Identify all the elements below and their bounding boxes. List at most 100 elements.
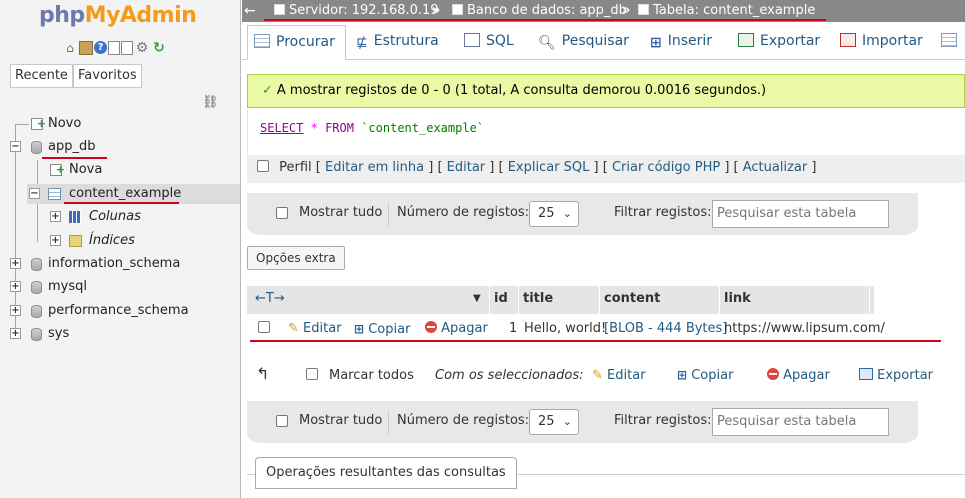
tab-search[interactable]: 🔍︎ Pesquisar <box>532 25 635 60</box>
table-icon <box>48 188 61 200</box>
sql-keyword-select[interactable]: SELECT <box>260 121 303 135</box>
arrow-up-left-icon: ↰ <box>256 364 270 383</box>
reload-icon[interactable]: ↻ <box>151 40 167 56</box>
profile-label: Perfil <box>279 160 312 175</box>
cell-link[interactable]: https://www.lipsum.com/ <box>724 315 885 343</box>
tab-export[interactable]: Exportar <box>732 25 826 60</box>
column-header-content[interactable]: content <box>604 286 660 314</box>
link-edit[interactable]: Editar <box>447 160 486 175</box>
sql-star: * <box>310 121 318 135</box>
link-icon[interactable]: ⛓ <box>202 95 219 110</box>
column-header-link[interactable]: link <box>724 286 751 314</box>
tab-insert[interactable]: ⊞ Inserir <box>644 25 718 60</box>
link-create-php[interactable]: Criar código PHP <box>612 160 720 175</box>
tab-bar: Procurar ⋢ Estrutura SQL 🔍︎ Pesquisar ⊞ Ins… <box>242 22 965 60</box>
cell-content-blob[interactable]: [BLOB - 444 Bytes] <box>604 315 727 343</box>
recent-button[interactable]: Recente <box>10 64 73 88</box>
profile-checkbox[interactable] <box>257 160 269 172</box>
sort-down-icon[interactable]: ▼ <box>473 286 481 314</box>
tree-item-columns[interactable]: + Colunas <box>0 207 240 227</box>
expand-icon[interactable]: + <box>50 211 61 222</box>
sql-icon <box>464 33 480 47</box>
bulk-copy-button[interactable]: ⊞ Copiar <box>677 368 733 383</box>
cell-title[interactable]: Hello, world! <box>524 315 606 343</box>
chevron-down-icon: ⌄ <box>562 415 572 428</box>
indexes-icon <box>69 235 82 247</box>
red-underline <box>250 340 941 342</box>
help-icon[interactable]: ? <box>94 41 107 54</box>
show-all-checkbox[interactable] <box>276 207 288 219</box>
bulk-edit-button[interactable]: ✎ Editar <box>592 368 646 383</box>
sql-table-name: `content_example` <box>361 121 485 135</box>
tab-structure[interactable]: ⋢ Estrutura <box>350 25 445 60</box>
extra-options-button[interactable]: Opções extra <box>247 246 345 270</box>
browse-icon <box>254 34 270 48</box>
navigation-panel: phpMyAdmin ⌂ ? ⚙ ↻ Recente Favoritos ⛓ N… <box>0 0 241 498</box>
tree-item-app-db[interactable]: − app_db <box>0 137 240 157</box>
favorites-button[interactable]: Favoritos <box>73 64 142 88</box>
filter-input[interactable]: Pesquisar esta tabela <box>712 200 889 228</box>
expand-icon[interactable]: + <box>10 281 21 292</box>
tree-item-performance-schema[interactable]: + performance_schema <box>0 301 240 321</box>
bulk-export-button[interactable]: Exportar <box>859 368 933 383</box>
logout-icon[interactable] <box>79 41 93 55</box>
more-tabs-icon <box>941 33 957 47</box>
row-delete-button[interactable]: Apagar <box>425 315 488 343</box>
column-header-title[interactable]: title <box>523 286 553 314</box>
red-underline <box>42 157 107 159</box>
column-resize-arrows-icon[interactable]: ←T→ <box>255 286 285 314</box>
expand-icon[interactable]: + <box>10 328 21 339</box>
insert-icon: ⊞ <box>650 35 662 51</box>
link-refresh[interactable]: Actualizar <box>743 160 807 175</box>
tab-sql[interactable]: SQL <box>458 25 520 60</box>
expand-icon[interactable]: + <box>10 258 21 269</box>
cell-id[interactable]: 1 <box>509 315 517 343</box>
link-inline-edit[interactable]: Editar em linha <box>325 160 424 175</box>
column-header-id[interactable]: id <box>494 286 508 314</box>
tree-item-new[interactable]: Novo <box>0 114 240 134</box>
tree-item-information-schema[interactable]: + information_schema <box>0 254 240 274</box>
tab-browse[interactable]: Procurar <box>247 25 346 60</box>
filter-label: Filtrar registos: <box>614 205 712 220</box>
chevron-down-icon: ⌄ <box>562 207 572 220</box>
row-checkbox[interactable] <box>258 315 270 343</box>
phpmyadmin-logo[interactable]: phpMyAdmin <box>39 3 197 28</box>
table-navigation-top: Mostrar tudo Número de registos: 25 ⌄ Fil… <box>247 193 918 235</box>
export-icon <box>738 33 754 47</box>
docs-page-icon[interactable] <box>121 41 133 55</box>
results-table-header: ←T→ ▼ id title content link <box>247 286 874 314</box>
tree-item-sys[interactable]: + sys <box>0 324 240 344</box>
home-icon[interactable]: ⌂ <box>62 40 78 56</box>
tab-more[interactable] <box>935 25 965 60</box>
bulk-delete-button[interactable]: Apagar <box>767 368 830 383</box>
tree-item-indexes[interactable]: + Índices <box>0 231 240 251</box>
table-row: ✎ Editar ⊞ Copiar Apagar 1 Hello, world!… <box>247 315 885 343</box>
rows-count-select[interactable]: 25 ⌄ <box>529 409 579 435</box>
tree-item-content-example[interactable]: − content_example <box>27 184 240 204</box>
main-content: ← Servidor: 192.168.0.19 » Banco de dado… <box>242 0 965 498</box>
tree-item-new-table[interactable]: Nova <box>0 160 240 180</box>
red-underline <box>264 19 826 21</box>
collapse-icon[interactable]: − <box>29 188 40 199</box>
back-arrow-icon[interactable]: ← <box>244 0 256 22</box>
show-all-label: Mostrar tudo <box>299 413 383 428</box>
gear-icon[interactable]: ⚙ <box>134 40 150 56</box>
mark-all-checkbox[interactable] <box>306 368 318 383</box>
delete-icon <box>767 368 779 380</box>
server-icon <box>274 4 285 15</box>
row-edit-button[interactable]: ✎ Editar <box>288 315 342 343</box>
mark-all-label[interactable]: Marcar todos <box>329 368 414 383</box>
rows-count-select[interactable]: 25 ⌄ <box>529 201 579 227</box>
expand-icon[interactable]: + <box>50 235 61 246</box>
tab-import[interactable]: Importar <box>834 25 929 60</box>
documentation-icon[interactable] <box>108 41 120 55</box>
link-explain-sql[interactable]: Explicar SQL <box>508 160 590 175</box>
row-copy-button[interactable]: ⊞ Copiar <box>354 315 410 343</box>
tree-item-mysql[interactable]: + mysql <box>0 277 240 297</box>
expand-icon[interactable]: + <box>10 305 21 316</box>
collapse-icon[interactable]: − <box>10 141 21 152</box>
query-results-operations-legend[interactable]: Operações resultantes das consultas <box>255 457 517 489</box>
filter-input[interactable]: Pesquisar esta tabela <box>712 408 889 436</box>
database-icon <box>31 328 42 341</box>
show-all-checkbox[interactable] <box>276 415 288 427</box>
